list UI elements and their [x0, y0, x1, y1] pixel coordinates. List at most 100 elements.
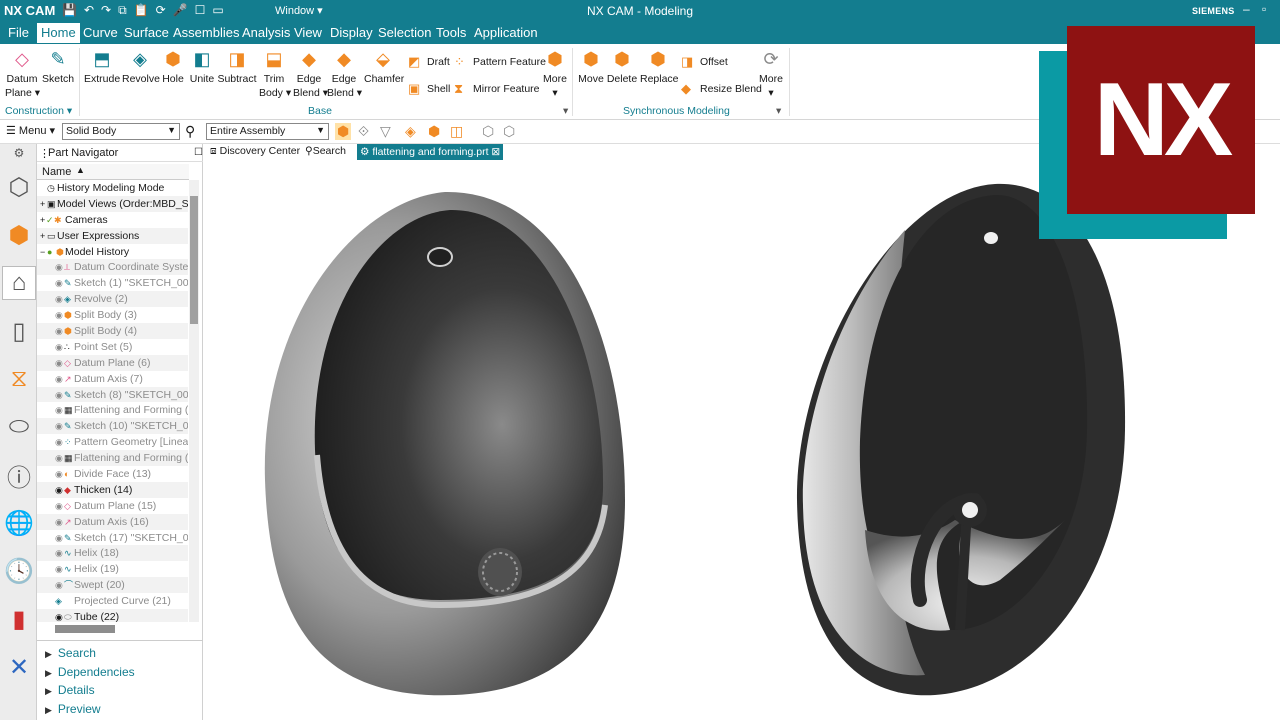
replace-face-button[interactable]: ⬢ Replace — [640, 48, 679, 86]
group-construction[interactable]: Construction ▾ — [5, 105, 72, 117]
sketch-button[interactable]: ✎ Sketch — [42, 48, 74, 86]
tab-application[interactable]: Application — [474, 25, 538, 40]
tree-row-feature[interactable]: ◉ ↗ Datum Axis (7) — [37, 371, 188, 387]
palette-icon[interactable]: ▮ — [2, 602, 36, 636]
tree-row-feature[interactable]: ◉✎Sketch (17) "SKETCH_003' — [37, 530, 188, 546]
tree-row-user-expressions[interactable]: + ▭ User Expressions — [37, 227, 188, 244]
draft-button[interactable]: ◩ Draft — [408, 54, 450, 70]
tree-row-feature[interactable]: ◉ ▦ Flattening and Forming (1 — [37, 450, 188, 467]
more-sync-button[interactable]: ⟳ More ▾ — [757, 48, 785, 100]
tab-curve[interactable]: Curve — [83, 25, 118, 40]
tree-row-feature[interactable]: ◉ ⟂ Datum Coordinate Syster — [37, 259, 188, 276]
hidden-eye-icon[interactable]: ◉ — [55, 259, 63, 275]
tab-surface[interactable]: Surface — [124, 25, 169, 40]
eye-icon[interactable]: ◉ — [55, 482, 63, 498]
hidden-eye-icon[interactable]: ◉ — [55, 275, 63, 291]
hidden-eye-icon[interactable]: ◉ — [55, 339, 63, 355]
tab-home[interactable]: Home — [37, 23, 80, 43]
tree-row-feature[interactable]: ◉ ✎ Sketch (8) "SKETCH_001" — [37, 386, 188, 403]
tab-discovery-center[interactable]: ⧈ Discovery Center — [210, 145, 300, 158]
group-base-dropdown[interactable]: ▾ — [563, 105, 568, 117]
tree-row-feature[interactable]: ◉ ⬢ Split Body (3) — [37, 307, 188, 323]
part-navigator-icon[interactable]: ⌂ — [2, 266, 36, 300]
show-body-icon[interactable]: ⬡ — [503, 123, 515, 140]
tree-row-feature[interactable]: ◉ ∴ Point Set (5) — [37, 339, 188, 355]
hidden-eye-icon[interactable]: ◉ — [55, 323, 63, 339]
hidden-eye-icon[interactable]: ◉ — [55, 577, 63, 593]
tab-selection[interactable]: Selection — [378, 25, 431, 40]
datum-plane-button[interactable]: ◇ Datum Plane ▾ — [5, 48, 40, 100]
urinal-back-view[interactable] — [796, 183, 1126, 696]
filter-icon[interactable]: ⚲ — [185, 123, 195, 140]
urinal-front-view[interactable] — [264, 191, 625, 696]
more-base-button[interactable]: ⬢ More ▾ — [541, 48, 569, 100]
information-icon[interactable]: ⓘ — [2, 458, 36, 492]
filter-options-icon[interactable]: ▽ — [380, 123, 391, 140]
collapse-icon[interactable]: − — [40, 244, 45, 260]
panel-preview[interactable]: ▶ Preview — [45, 702, 101, 720]
tree-row-feature[interactable]: ◉ ◇ Datum Plane (15) — [37, 498, 188, 514]
tree-row-feature[interactable]: ◉✎Sketch (10) "SKETCH_002' — [37, 418, 188, 435]
tree-row-history-mode[interactable]: ◷ History Modeling Mode — [37, 180, 188, 196]
chamfer-button[interactable]: ⬙ Chamfer — [364, 48, 404, 86]
machining-feature-navigator-icon[interactable]: ⧖ — [2, 362, 36, 396]
tree-row-feature[interactable]: ◉ ⬢ Split Body (4) — [37, 323, 188, 339]
edge-blend-button[interactable]: ◆ Edge Blend ▾ — [293, 48, 328, 100]
tab-analysis[interactable]: Analysis — [242, 25, 290, 40]
snap-point-icon[interactable]: ⟐ — [358, 123, 369, 140]
hidden-eye-icon[interactable]: ◉ — [55, 371, 63, 387]
mirror-feature-button[interactable]: ⧗ Mirror Feature — [454, 81, 540, 97]
hidden-eye-icon[interactable]: ◉ — [55, 466, 63, 482]
hidden-eye-icon[interactable]: ◉ — [55, 387, 63, 403]
tree-row-feature[interactable]: ◉ ✎ Sketch (1) "SKETCH_000" — [37, 275, 188, 291]
hidden-eye-icon[interactable]: ◉ — [55, 450, 63, 466]
navigator-scroll-thumb[interactable] — [190, 196, 198, 324]
hidden-eye-icon[interactable]: ◉ — [55, 514, 63, 530]
subtract-button[interactable]: ◨ Subtract — [217, 48, 257, 86]
maximize-panel-icon[interactable]: ☐ — [194, 147, 203, 158]
process-studio-icon[interactable]: ✕ — [2, 650, 36, 684]
constraint-navigator-icon[interactable]: ⬢ — [2, 218, 36, 252]
navigator-horizontal-scrollbar[interactable] — [55, 625, 115, 633]
tree-row-feature[interactable]: ◉ ⁘ Pattern Geometry [Linear — [37, 434, 188, 450]
select-body-icon[interactable]: ⬢ — [428, 123, 440, 140]
group-sync-dropdown[interactable]: ▾ — [776, 105, 781, 117]
extrude-button[interactable]: ⬒ Extrude — [84, 48, 120, 86]
panel-details[interactable]: ▶ Details — [45, 683, 95, 701]
hidden-eye-icon[interactable]: ◉ — [55, 307, 63, 323]
hole-button[interactable]: ⬢ Hole — [160, 48, 186, 86]
hidden-eye-icon[interactable]: ◉ — [55, 418, 63, 434]
hidden-eye-icon[interactable]: ◉ — [55, 530, 63, 546]
tree-row-feature[interactable]: ◉ ↗ Datum Axis (16) — [37, 513, 188, 530]
select-face-icon[interactable]: ◈ — [405, 123, 416, 140]
tree-row-cameras[interactable]: + ✓ ✱ Cameras — [37, 212, 188, 228]
panel-search[interactable]: ▶ Search — [45, 646, 96, 664]
shell-button[interactable]: ▣ Shell — [408, 81, 450, 97]
name-column-header[interactable]: Name ▲ — [37, 164, 189, 180]
tree-row-feature[interactable]: ◉ ⬭ Tube (22) — [37, 609, 188, 622]
tree-row-feature[interactable]: ◉ ⌒ Swept (20) — [37, 577, 188, 594]
tree-row-feature[interactable]: ◉ ∿ Helix (19) — [37, 561, 188, 577]
tab-search[interactable]: ⚲Search — [305, 145, 346, 157]
tab-file[interactable]: File — [8, 25, 29, 40]
tree-row-model-views[interactable]: + ▣ Model Views (Order:MBD_SC — [37, 195, 188, 212]
tree-row-model-history[interactable]: − ● ⬢ Model History — [37, 244, 188, 260]
hidden-eye-icon[interactable]: ◉ — [55, 545, 63, 561]
assembly-navigator-icon[interactable]: ⬡ — [2, 170, 36, 204]
close-icon[interactable]: ⊠ — [491, 146, 500, 158]
selection-scope-select[interactable]: Entire Assembly ▼ — [206, 123, 329, 140]
type-filter-select[interactable]: Solid Body ▼ — [62, 123, 180, 140]
expand-icon[interactable]: + — [40, 228, 45, 244]
tree-row-feature[interactable]: ◉ ◐ Divide Face (13) — [37, 466, 188, 482]
tree-row-feature[interactable]: ◉ ▦ Flattening and Forming (9 — [37, 402, 188, 418]
tab-active-part[interactable]: ⚙ flattening and forming.prt ⊠ — [357, 144, 504, 160]
restore-icon[interactable]: ▫ — [1262, 2, 1266, 16]
offset-region-button[interactable]: ◨ Offset — [681, 54, 728, 70]
select-feature-icon[interactable]: ⬢ — [335, 123, 352, 140]
tab-display[interactable]: Display — [330, 25, 373, 40]
trim-body-button[interactable]: ⬓ Trim Body ▾ — [259, 48, 291, 100]
tab-view[interactable]: View — [294, 25, 322, 40]
hidden-eye-icon[interactable]: ◉ — [55, 402, 63, 418]
hide-body-icon[interactable]: ⬡ — [482, 123, 494, 140]
expand-icon[interactable]: + — [40, 196, 45, 212]
